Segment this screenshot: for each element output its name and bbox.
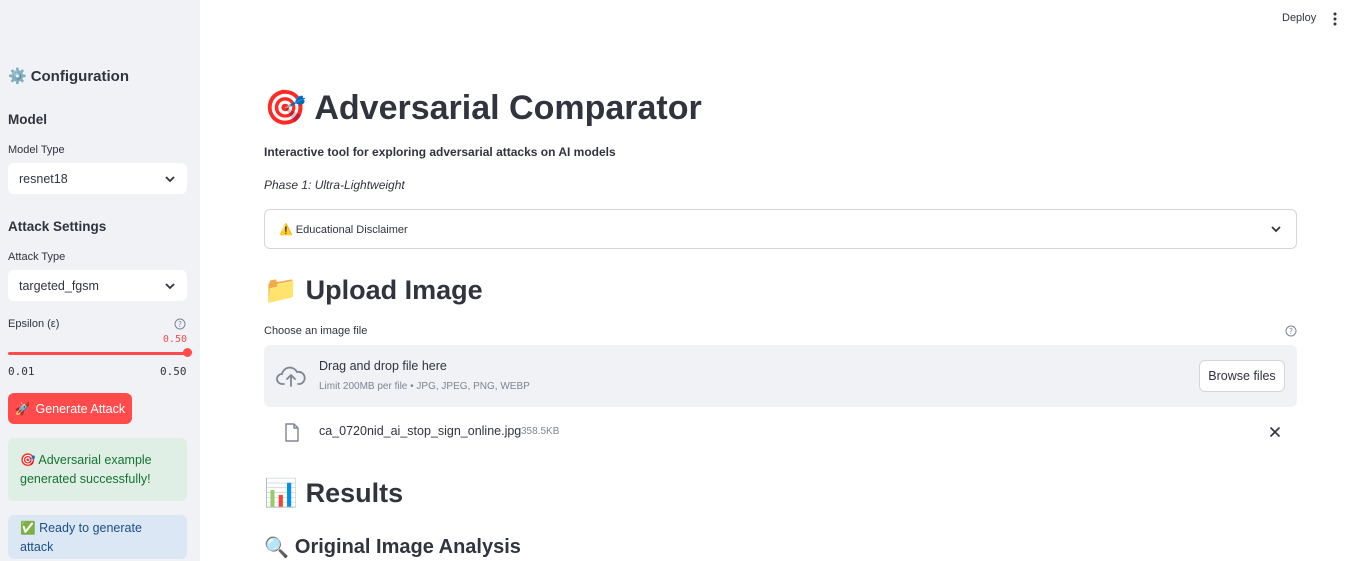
sidebar: ⚙️ Configuration Model Model Type resnet… — [0, 0, 200, 561]
sidebar-title: ⚙️ Configuration — [8, 67, 129, 85]
model-heading: Model — [8, 112, 47, 127]
generate-attack-label: Generate Attack — [35, 401, 126, 416]
page-subtitle: Interactive tool for exploring adversari… — [264, 145, 616, 159]
close-icon[interactable] — [1269, 426, 1281, 438]
epsilon-slider-thumb[interactable] — [183, 348, 192, 357]
dropzone-limit: Limit 200MB per file • JPG, JPEG, PNG, W… — [319, 381, 530, 392]
chevron-down-icon — [165, 282, 175, 289]
epsilon-min: 0.01 — [8, 365, 35, 378]
target-icon: 🎯 — [20, 452, 36, 467]
dropzone-title: Drag and drop file here — [319, 359, 447, 373]
generate-attack-button[interactable]: 🚀 Generate Attack — [8, 393, 132, 424]
attack-type-value: targeted_fgsm — [19, 278, 99, 293]
uploaded-file-row: ca_0720nid_ai_stop_sign_online.jpg 358.5… — [264, 418, 1297, 446]
attack-settings-heading: Attack Settings — [8, 219, 107, 234]
cloud-upload-icon — [276, 366, 306, 387]
folder-icon: 📁 — [264, 275, 298, 306]
file-dropzone[interactable]: Drag and drop file here Limit 200MB per … — [264, 345, 1297, 407]
file-name: ca_0720nid_ai_stop_sign_online.jpg — [319, 424, 522, 438]
epsilon-label: Epsilon (ε) — [8, 318, 60, 330]
deploy-button[interactable]: Deploy — [1282, 12, 1316, 24]
help-icon[interactable]: ? — [1285, 325, 1297, 337]
bar-chart-icon: 📊 — [264, 478, 298, 509]
results-heading: 📊 Results — [264, 477, 404, 510]
upload-label: Choose an image file — [264, 325, 368, 337]
page-title-text: Adversarial Comparator — [314, 88, 702, 127]
page-title: 🎯 Adversarial Comparator — [264, 88, 702, 128]
attack-type-select[interactable]: targeted_fgsm — [8, 270, 187, 301]
rocket-icon: 🚀 — [14, 400, 31, 416]
epsilon-current-value: 0.50 — [162, 334, 187, 345]
file-icon — [285, 423, 299, 442]
gear-icon: ⚙️ — [8, 67, 27, 85]
success-text: Adversarial example generated successful… — [20, 453, 152, 486]
magnifier-icon: 🔍 — [264, 535, 289, 559]
original-analysis-heading: 🔍 Original Image Analysis — [264, 535, 521, 559]
results-heading-text: Results — [305, 477, 404, 508]
success-alert: 🎯 Adversarial example generated successf… — [8, 438, 187, 501]
model-type-label: Model Type — [8, 144, 65, 156]
epsilon-max: 0.50 — [160, 365, 187, 378]
model-type-value: resnet18 — [19, 171, 68, 186]
upload-heading: 📁 Upload Image — [264, 274, 483, 307]
attack-type-label: Attack Type — [8, 251, 66, 263]
target-icon: 🎯 — [264, 88, 307, 128]
sidebar-title-text: Configuration — [30, 67, 130, 85]
chevron-down-icon — [165, 175, 175, 182]
help-icon[interactable]: ? — [174, 318, 186, 330]
disclaimer-label: Educational Disclaimer — [295, 223, 408, 236]
info-text: Ready to generate attack — [20, 520, 142, 554]
svg-text:?: ? — [178, 320, 182, 329]
original-analysis-heading-text: Original Image Analysis — [294, 535, 521, 558]
info-alert: ✅ Ready to generate attack — [8, 515, 187, 559]
model-type-select[interactable]: resnet18 — [8, 163, 187, 194]
check-icon: ✅ — [20, 519, 36, 535]
chevron-down-icon — [1271, 226, 1281, 233]
svg-text:?: ? — [1289, 327, 1293, 336]
browse-files-button[interactable]: Browse files — [1199, 360, 1285, 392]
epsilon-slider-track[interactable] — [8, 352, 187, 355]
phase-text: Phase 1: Ultra-Lightweight — [264, 178, 405, 192]
disclaimer-expander[interactable]: ⚠️ Educational Disclaimer — [264, 209, 1297, 249]
upload-heading-text: Upload Image — [305, 274, 483, 305]
file-size: 358.5KB — [521, 426, 560, 437]
more-menu-icon[interactable] — [1330, 12, 1340, 26]
warning-icon: ⚠️ — [279, 222, 293, 236]
